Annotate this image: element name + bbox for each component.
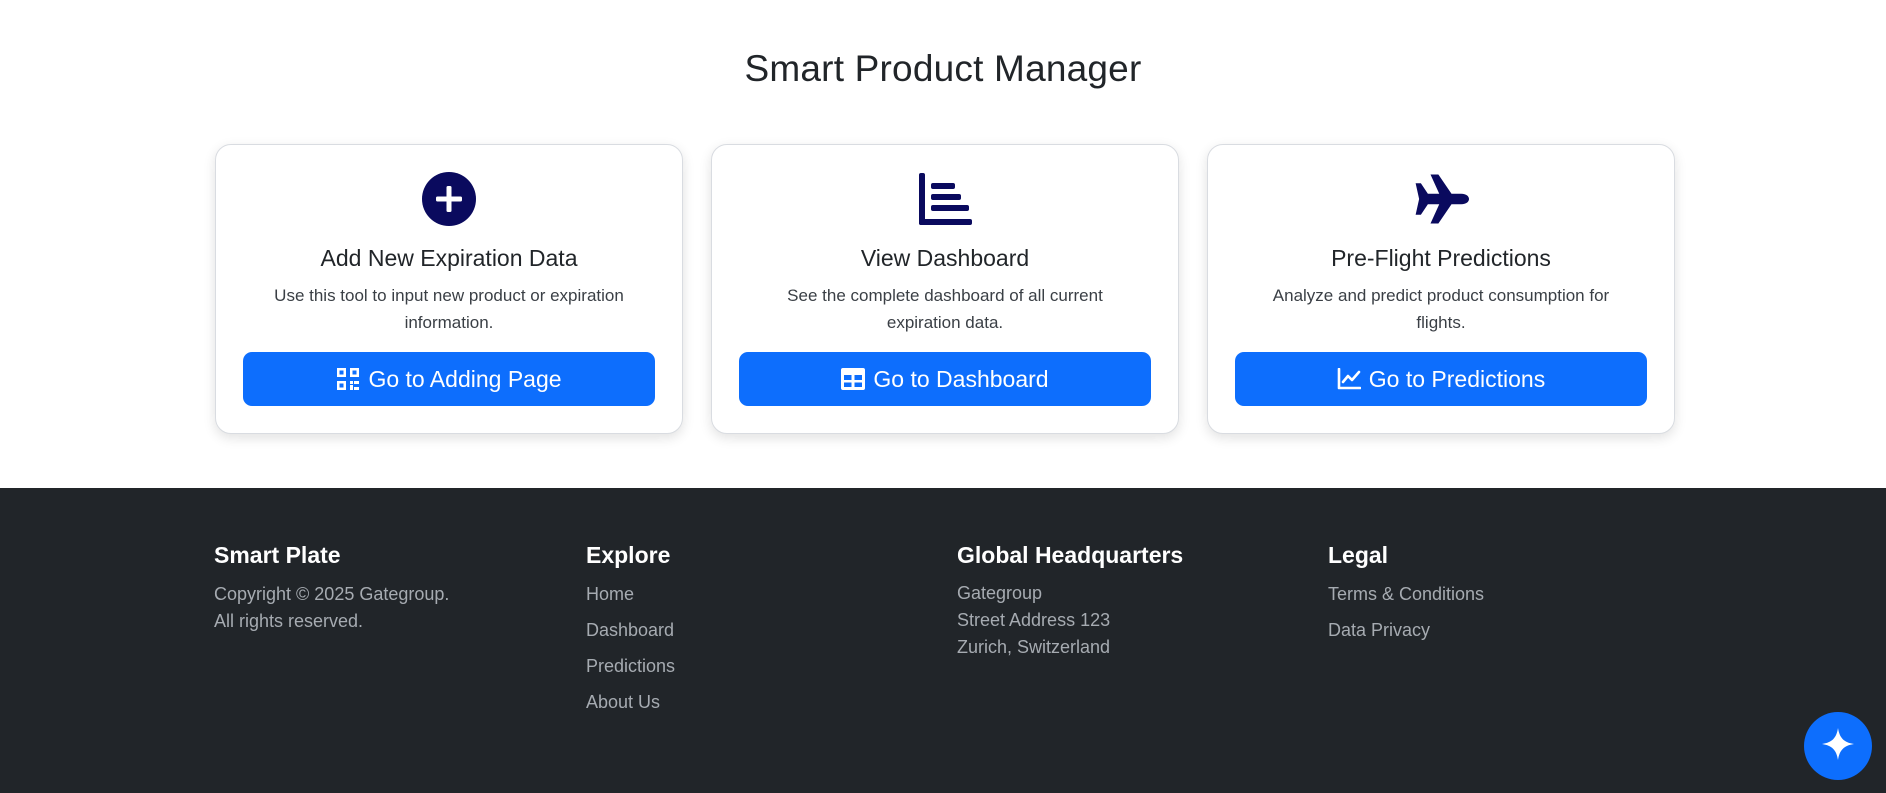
button-label: Go to Adding Page <box>368 365 562 392</box>
copyright-line-1: Copyright © 2025 Gategroup. <box>214 584 450 604</box>
footer-brand-title: Smart Plate <box>214 542 341 568</box>
footer-link-dashboard[interactable]: Dashboard <box>586 612 675 648</box>
card-title: View Dashboard <box>860 245 1030 271</box>
main-content: Smart Product Manager Add New Expiration… <box>0 0 1886 488</box>
address-line-2: Street Address 123 <box>957 610 1111 630</box>
go-to-predictions-button[interactable]: Go to Predictions <box>1235 352 1647 406</box>
footer-explore: Explore Home Dashboard Predictions About… <box>586 542 675 720</box>
button-label: Go to Predictions <box>1368 365 1546 392</box>
card-description: Analyze and predict product consumption … <box>1272 286 1610 332</box>
copyright-line-2: All rights reserved. <box>214 611 364 631</box>
footer: Smart Plate Copyright © 2025 Gategroup. … <box>0 488 1886 793</box>
footer-headquarters: Global Headquarters Gategroup Street Add… <box>957 542 1183 661</box>
footer-link-home[interactable]: Home <box>586 576 675 612</box>
airplane-icon <box>1413 171 1469 227</box>
qr-code-icon <box>336 367 360 391</box>
card-description: See the complete dashboard of all curren… <box>787 286 1103 332</box>
footer-legal-title: Legal <box>1328 542 1389 568</box>
card-title: Pre-Flight Predictions <box>1331 245 1551 271</box>
table-icon <box>841 367 866 391</box>
button-label: Go to Dashboard <box>873 365 1049 392</box>
card-view-dashboard: View Dashboard See the complete dashboar… <box>711 144 1179 434</box>
address-line-3: Zurich, Switzerland <box>957 637 1111 657</box>
assistant-fab-button[interactable] <box>1804 712 1872 780</box>
card-preflight-predictions: Pre-Flight Predictions Analyze and predi… <box>1207 144 1675 434</box>
address-line-1: Gategroup <box>957 583 1043 603</box>
card-title: Add New Expiration Data <box>320 245 578 271</box>
plus-circle-icon <box>421 171 477 227</box>
footer-link-about-us[interactable]: About Us <box>586 684 675 720</box>
card-grid: Add New Expiration Data Use this tool to… <box>215 144 1675 434</box>
footer-link-terms[interactable]: Terms & Conditions <box>1328 576 1484 612</box>
go-to-adding-page-button[interactable]: Go to Adding Page <box>243 352 655 406</box>
page-title: Smart Product Manager <box>744 48 1142 89</box>
footer-link-data-privacy[interactable]: Data Privacy <box>1328 612 1484 648</box>
bar-chart-icon <box>917 171 973 227</box>
footer-brand: Smart Plate Copyright © 2025 Gategroup. … <box>214 542 449 635</box>
card-description: Use this tool to input new product or ex… <box>274 286 624 332</box>
sparkle-icon <box>1821 727 1855 766</box>
footer-link-predictions[interactable]: Predictions <box>586 648 675 684</box>
footer-explore-title: Explore <box>586 542 671 568</box>
footer-hq-title: Global Headquarters <box>957 542 1184 568</box>
go-to-dashboard-button[interactable]: Go to Dashboard <box>739 352 1151 406</box>
footer-legal: Legal Terms & Conditions Data Privacy <box>1328 542 1484 648</box>
line-chart-icon <box>1337 367 1361 391</box>
card-add-expiration: Add New Expiration Data Use this tool to… <box>215 144 683 434</box>
